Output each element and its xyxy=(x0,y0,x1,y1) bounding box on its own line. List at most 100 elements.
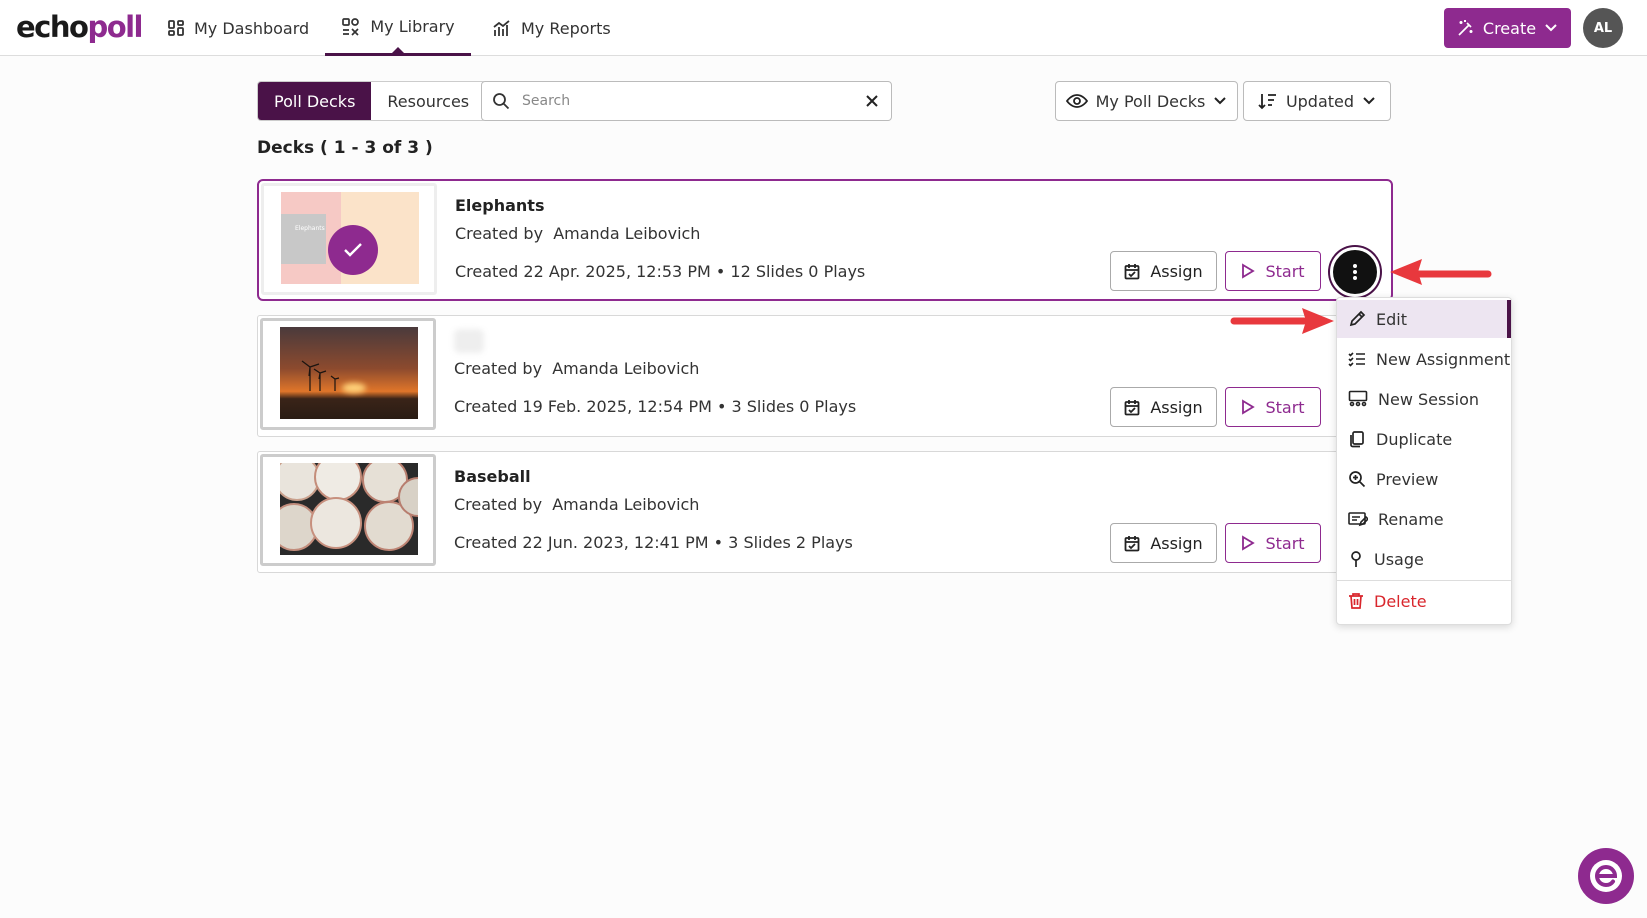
echopoll-e-icon xyxy=(1590,860,1622,892)
menu-item-duplicate[interactable]: Duplicate xyxy=(1337,420,1511,458)
assign-button-label: Assign xyxy=(1150,397,1203,417)
menu-item-new-session[interactable]: New Session xyxy=(1337,380,1511,418)
owner-filter-dropdown[interactable]: My Poll Decks xyxy=(1055,81,1238,121)
menu-item-edit[interactable]: Edit xyxy=(1337,300,1511,338)
deck-meta: Created 22 Apr. 2025, 12:53 PM • 12 Slid… xyxy=(455,262,866,281)
presentation-audience-icon xyxy=(1348,390,1368,407)
calendar-check-icon xyxy=(1124,535,1140,551)
top-navigation-bar: echopoll My Dashboard My Library My Repo… xyxy=(0,0,1647,56)
nav-my-dashboard[interactable]: My Dashboard xyxy=(167,0,309,56)
chevron-down-icon xyxy=(1214,97,1227,105)
assign-button[interactable]: Assign xyxy=(1110,387,1217,427)
sort-dropdown[interactable]: Updated xyxy=(1243,81,1391,121)
deck-meta: Created 19 Feb. 2025, 12:54 PM • 3 Slide… xyxy=(454,397,857,416)
user-avatar[interactable]: AL xyxy=(1583,8,1623,48)
deck-title[interactable] xyxy=(454,329,484,353)
deck-title[interactable]: Baseball xyxy=(454,467,531,486)
active-tab-indicator xyxy=(392,47,404,53)
rename-icon xyxy=(1348,512,1368,527)
start-button[interactable]: Start xyxy=(1225,387,1321,427)
tab-poll-decks[interactable]: Poll Decks xyxy=(258,82,372,120)
menu-item-delete[interactable]: Delete xyxy=(1337,582,1511,620)
deck-thumbnail[interactable]: Elephants xyxy=(261,183,437,295)
nav-my-dashboard-label: My Dashboard xyxy=(194,18,310,38)
annotation-arrow-right-icon xyxy=(1230,308,1334,334)
deck-creator: Created by Amanda Leibovich xyxy=(454,495,700,514)
deck-card-untitled[interactable]: Created by Amanda Leibovich Created 19 F… xyxy=(257,315,1393,437)
nav-my-reports[interactable]: My Reports xyxy=(492,0,611,56)
deck-card-elephants[interactable]: Elephants Elephants Created by Amanda Le… xyxy=(257,179,1393,301)
calendar-check-icon xyxy=(1124,399,1140,415)
sort-icon xyxy=(1258,94,1276,110)
dashboard-icon xyxy=(168,20,184,36)
echopoll-help-button[interactable] xyxy=(1578,848,1634,904)
trash-icon xyxy=(1349,593,1363,609)
sort-label: Updated xyxy=(1285,91,1355,111)
reports-icon xyxy=(493,20,510,36)
checklist-icon xyxy=(1348,352,1365,367)
deck-meta: Created 22 Jun. 2023, 12:41 PM • 3 Slide… xyxy=(454,533,853,552)
search-box xyxy=(481,81,892,121)
menu-item-label: New Session xyxy=(1378,389,1480,409)
menu-item-label: Edit xyxy=(1376,309,1407,329)
baseball-slide-preview xyxy=(280,463,418,555)
search-input[interactable] xyxy=(522,93,865,109)
close-icon[interactable] xyxy=(865,94,879,108)
deck-creator: Created by Amanda Leibovich xyxy=(455,224,701,243)
deck-context-menu: Edit New Assignment New Session Duplicat… xyxy=(1336,297,1512,625)
play-icon xyxy=(1242,535,1256,551)
annotation-arrow-left-icon xyxy=(1390,259,1492,285)
menu-item-label: Usage xyxy=(1374,549,1424,569)
calendar-check-icon xyxy=(1124,263,1140,279)
sunset-slide-preview xyxy=(280,327,418,419)
assign-button-label: Assign xyxy=(1150,533,1203,553)
logo-text-poll: poll xyxy=(87,10,143,44)
deck-card-baseball[interactable]: Baseball Created by Amanda Leibovich Cre… xyxy=(257,451,1393,573)
deck-creator: Created by Amanda Leibovich xyxy=(454,359,700,378)
echopoll-logo[interactable]: echopoll xyxy=(16,9,144,45)
menu-item-new-assignment[interactable]: New Assignment xyxy=(1337,340,1511,378)
pencil-icon xyxy=(1349,310,1366,327)
deck-title[interactable]: Elephants xyxy=(455,196,544,215)
assign-button-label: Assign xyxy=(1150,261,1203,281)
assign-button[interactable]: Assign xyxy=(1110,523,1217,563)
menu-item-rename[interactable]: Rename xyxy=(1337,500,1511,538)
menu-divider xyxy=(1337,580,1511,581)
nav-my-reports-label: My Reports xyxy=(521,18,611,38)
menu-item-label: Rename xyxy=(1378,509,1444,529)
create-button-label: Create xyxy=(1482,18,1537,38)
chevron-down-icon xyxy=(1363,97,1375,105)
start-button-label: Start xyxy=(1265,533,1305,553)
play-icon xyxy=(1242,399,1256,415)
library-tabs: Poll Decks Resources xyxy=(257,81,487,121)
deck-thumbnail[interactable] xyxy=(260,454,436,566)
menu-item-preview[interactable]: Preview xyxy=(1337,460,1511,498)
deck-thumbnail[interactable] xyxy=(260,318,436,430)
menu-item-usage[interactable]: Usage xyxy=(1337,540,1511,578)
tab-resources[interactable]: Resources xyxy=(371,82,485,120)
nav-my-library[interactable]: My Library xyxy=(325,0,471,56)
more-options-button[interactable] xyxy=(1330,247,1380,297)
vertical-dots-icon xyxy=(1353,264,1357,280)
search-icon xyxy=(493,93,510,110)
owner-filter-label: My Poll Decks xyxy=(1095,91,1206,111)
decks-count: Decks ( 1 - 3 of 3 ) xyxy=(257,138,433,158)
menu-item-label: Preview xyxy=(1376,469,1439,489)
thumbnail-text: Elephants xyxy=(295,225,325,232)
nav-my-library-label: My Library xyxy=(370,17,455,36)
zoom-in-icon xyxy=(1349,471,1366,488)
start-button-label: Start xyxy=(1265,261,1305,281)
menu-item-label: Duplicate xyxy=(1376,429,1453,449)
menu-item-label: Delete xyxy=(1374,591,1427,611)
logo-text-echo: echo xyxy=(16,10,89,44)
start-button[interactable]: Start xyxy=(1225,523,1321,563)
play-icon xyxy=(1242,263,1256,279)
assign-button[interactable]: Assign xyxy=(1110,251,1217,291)
menu-item-label: New Assignment xyxy=(1376,349,1511,369)
selected-check-icon xyxy=(328,225,378,275)
pin-icon xyxy=(1351,551,1361,567)
start-button[interactable]: Start xyxy=(1225,251,1321,291)
chevron-down-icon xyxy=(1545,24,1557,32)
create-button[interactable]: Create xyxy=(1444,8,1571,48)
magic-wand-icon xyxy=(1458,20,1473,36)
